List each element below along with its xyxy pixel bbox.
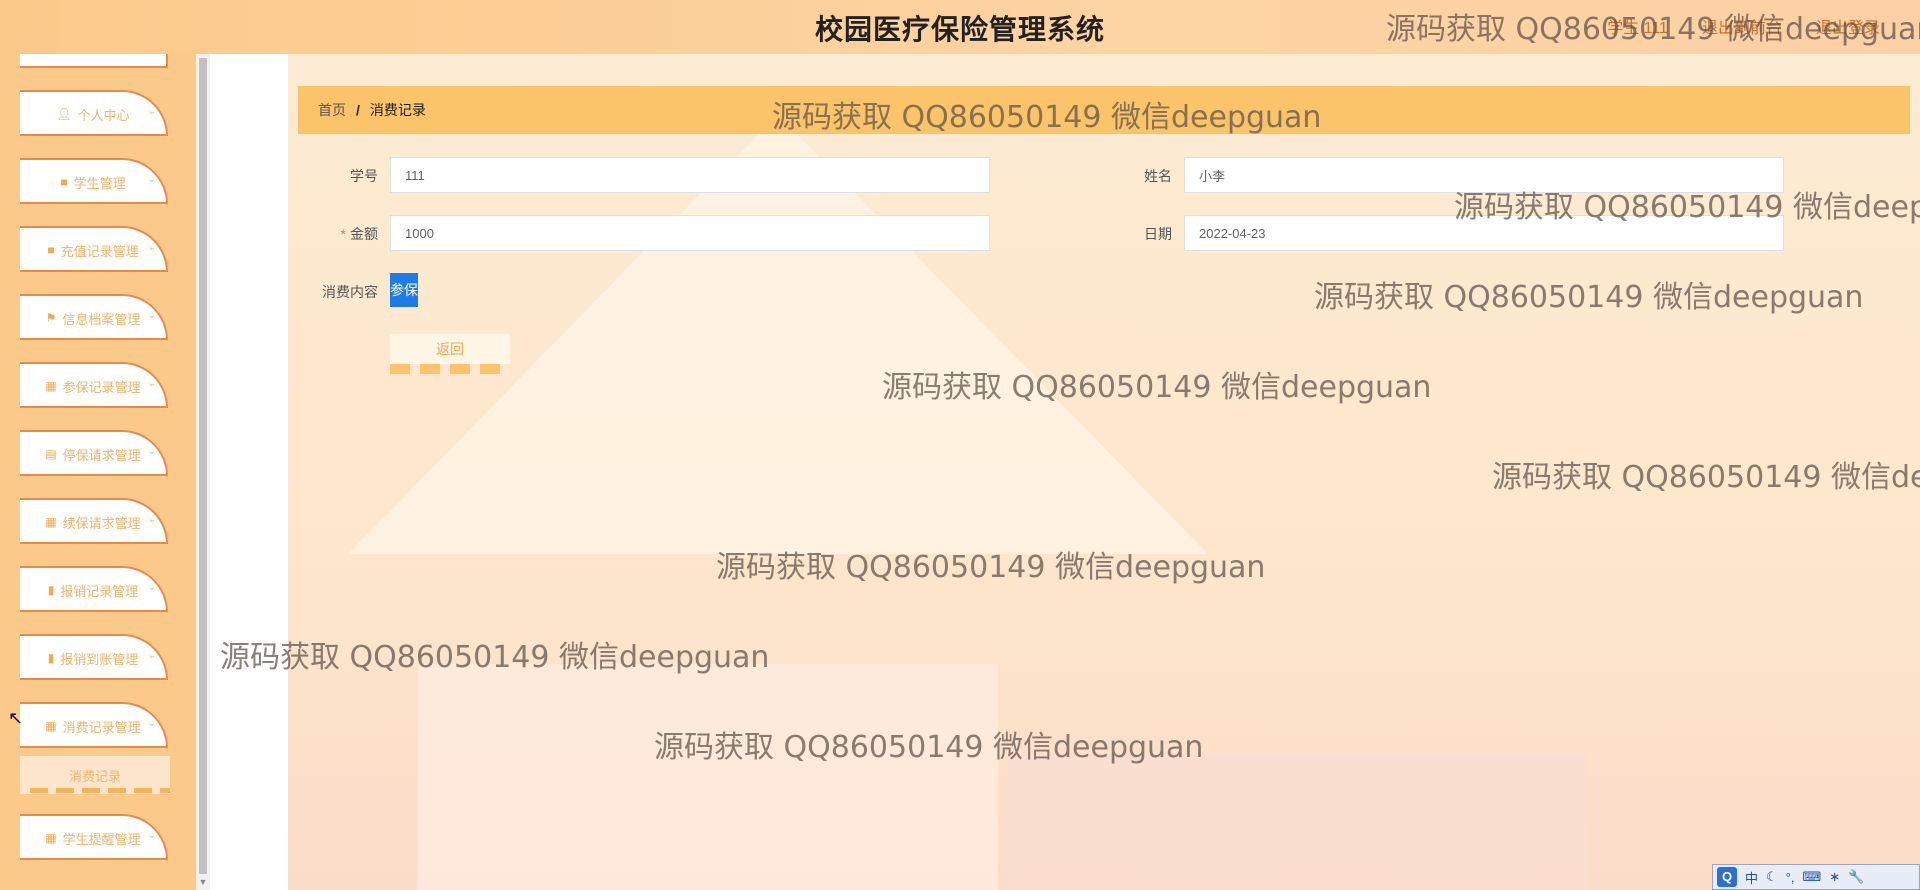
sidebar-item-label: 信息档案管理 <box>62 311 141 327</box>
watermark: 源码获取 QQ86050149 微信deepguan <box>1386 12 1920 47</box>
content-label: 消费内容 <box>322 284 378 300</box>
amount-label-text: 金额 <box>350 226 378 242</box>
sidebar-item-label: 充值记录管理 <box>60 243 139 259</box>
watermark: 源码获取 QQ86050149 微信deepguan <box>220 640 770 675</box>
breadcrumb-current: 消费记录 <box>369 102 426 118</box>
qq-icon[interactable]: Q <box>1717 867 1737 887</box>
sidebar-item-student-management[interactable]: ■ 学生管理 ⌄ <box>20 158 168 204</box>
grid-icon: ▦ <box>45 719 57 733</box>
name-label: 姓名 <box>1144 168 1172 184</box>
settings-icon[interactable]: ∗ <box>1829 869 1840 885</box>
chevron-down-icon: ⌄ <box>147 174 156 185</box>
sidebar-item-label: 续保请求管理 <box>62 515 141 531</box>
grid-icon: ▦ <box>45 379 57 393</box>
punctuation-icon[interactable]: °, <box>1786 870 1795 885</box>
scroll-down-icon[interactable]: ▼ <box>197 876 209 888</box>
amount-field[interactable]: 1000 <box>390 215 990 251</box>
wallet-icon: ■ <box>47 243 55 257</box>
sidebar-item-consumption-records[interactable]: ▦ 消费记录管理 ⌄ <box>20 702 168 748</box>
watermark: 源码获取 QQ86050149 微信deepguan <box>1492 460 1920 495</box>
sidebar-item-label: 学生管理 <box>73 175 126 191</box>
ime-chinese-toggle[interactable]: 中 <box>1745 868 1758 887</box>
sidebar-item-info-archives[interactable]: ⚑ 信息档案管理 ⌄ <box>20 294 168 340</box>
watermark: 源码获取 QQ86050149 微信deepguan <box>654 730 1204 765</box>
chevron-down-icon: ⌄ <box>147 582 156 593</box>
sidebar-item-recharge-records[interactable]: ■ 充值记录管理 ⌄ <box>20 226 168 272</box>
chevron-down-icon: ⌄ <box>147 106 156 117</box>
sidebar-item-label: 报销记录管理 <box>60 583 139 599</box>
sidebar-item-renewal-requests[interactable]: ▦ 续保请求管理 ⌄ <box>20 498 168 544</box>
watermark: 源码获取 QQ86050149 微信deepguan <box>1314 280 1864 315</box>
briefcase-icon: ■ <box>60 175 68 189</box>
box-decoration <box>418 664 998 890</box>
chat-icon: ▮ <box>47 651 55 665</box>
sidebar-item-insurance-records[interactable]: ▦ 参保记录管理 ⌄ <box>20 362 168 408</box>
watermark: 源码获取 QQ86050149 微信deepguan <box>772 100 1322 135</box>
sidebar-scrollbar-thumb[interactable] <box>199 58 207 874</box>
chevron-down-icon: ⌄ <box>147 718 156 729</box>
watermark: 源码获取 QQ86050149 微信deepguan <box>1454 190 1920 225</box>
sidebar-item-student-reminders[interactable]: ▦ 学生提醒管理 ⌄ <box>20 814 168 860</box>
clipboard-icon: ▤ <box>45 447 57 461</box>
watermark: 源码获取 QQ86050149 微信deepguan <box>882 370 1432 405</box>
sidebar-item-label: 报销到账管理 <box>60 651 139 667</box>
grid-icon: ▦ <box>45 515 57 529</box>
return-button-decoration <box>390 364 510 374</box>
breadcrumb-separator: / <box>356 102 360 118</box>
date-label: 日期 <box>1144 226 1172 242</box>
wrench-icon[interactable]: 🔧 <box>1848 869 1864 885</box>
keyboard-icon[interactable]: ⌨ <box>1802 869 1821 885</box>
sidebar-item-label: 个人中心 <box>77 107 130 123</box>
sidebar-item-label: 参保记录管理 <box>62 379 141 395</box>
amount-label: * 金额 <box>308 224 378 244</box>
sidebar-item-stop-requests[interactable]: ▤ 停保请求管理 ⌄ <box>20 430 168 476</box>
gutter <box>210 54 288 890</box>
mouse-cursor-icon: ↖ <box>8 708 24 728</box>
chevron-down-icon: ⌄ <box>147 830 156 841</box>
sidebar-item-partial[interactable] <box>20 54 168 68</box>
chat-icon: ▮ <box>47 583 55 597</box>
sidebar-item-label: 学生提醒管理 <box>62 831 141 847</box>
grid-icon: ▦ <box>45 831 57 845</box>
submenu-dash-decoration <box>30 788 170 793</box>
chevron-down-icon: ⌄ <box>147 378 156 389</box>
chevron-down-icon: ⌄ <box>147 650 156 661</box>
chevron-down-icon: ⌄ <box>147 514 156 525</box>
moon-icon[interactable]: ☾ <box>1766 869 1778 885</box>
sidebar-item-personal-center[interactable]: 👤︎ 个人中心 ⌄ <box>20 90 168 136</box>
box-decoration <box>1008 754 1588 890</box>
sidebar-item-label: 停保请求管理 <box>62 447 141 463</box>
watermark: 源码获取 QQ86050149 微信deepguan <box>716 550 1266 585</box>
required-marker: * <box>340 226 346 242</box>
chevron-down-icon: ⌄ <box>147 242 156 253</box>
submenu-item-label: 消费记录 <box>68 768 121 784</box>
flag-icon: ⚑ <box>45 311 57 325</box>
chevron-down-icon: ⌄ <box>147 446 156 457</box>
sidebar-item-reimbursement-arrival[interactable]: ▮ 报销到账管理 ⌄ <box>20 634 168 680</box>
return-button[interactable]: 返回 <box>390 334 510 364</box>
sidebar-item-reimbursement-records[interactable]: ▮ 报销记录管理 ⌄ <box>20 566 168 612</box>
student-id-field[interactable]: 111 <box>390 157 990 193</box>
student-id-label: 学号 <box>350 168 378 184</box>
sidebar-item-label: 消费记录管理 <box>62 719 141 735</box>
content-value: 参保 <box>390 273 418 307</box>
ime-toolbar[interactable]: Q 中 ☾ °, ⌨ ∗ 🔧 <box>1712 864 1920 890</box>
chevron-down-icon: ⌄ <box>147 310 156 321</box>
breadcrumb-home-link[interactable]: 首页 <box>318 100 346 120</box>
user-icon: 👤︎ <box>56 107 72 121</box>
